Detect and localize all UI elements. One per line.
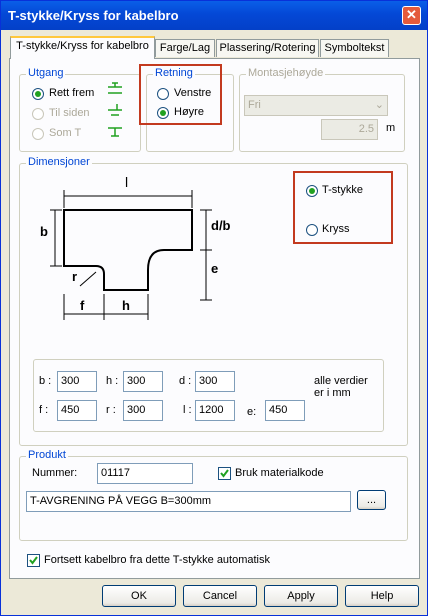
diagram-label-f: f — [80, 298, 85, 313]
radio-til-siden[interactable] — [32, 108, 44, 120]
tab-farge-lag[interactable]: Farge/Lag — [155, 39, 215, 57]
montasje-legend: Montasjehøyde — [246, 67, 326, 79]
product-description-input[interactable]: T-AVGRENING PÅ VEGG B=300mm — [26, 491, 351, 512]
rett-frem-label: Rett frem — [49, 87, 95, 99]
input-f[interactable]: 450 — [57, 400, 97, 421]
diagram-label-h: h — [122, 298, 130, 313]
produkt-group: Produkt Nummer: 01117 Bruk materialkode … — [19, 449, 408, 541]
tab-plassering-rotering[interactable]: Plassering/Rotering — [216, 39, 319, 57]
input-b[interactable]: 300 — [57, 371, 97, 392]
diagram-label-b: b — [40, 224, 48, 239]
montasje-select-value: Fri — [248, 99, 261, 111]
dialog-window: T-stykke/Kryss for kabelbro ✕ T-stykke/K… — [0, 0, 428, 616]
field-label-b: b : — [39, 375, 52, 387]
check-icon — [29, 556, 38, 565]
diagram-label-db: d/b — [211, 218, 231, 233]
dimension-fields-box: b : 300 h : 300 d : 300 f : 450 r : 300 … — [33, 359, 384, 432]
radio-t-stykke[interactable] — [306, 185, 318, 197]
apply-button[interactable]: Apply — [264, 585, 338, 607]
diagram-label-e: e — [211, 261, 219, 276]
close-button[interactable]: ✕ — [402, 6, 421, 25]
field-label-f: f : — [39, 404, 49, 416]
units-note: alle verdier er i mm — [314, 375, 368, 399]
bruk-materialkode-checkbox[interactable] — [218, 467, 231, 480]
rett-frem-icon — [108, 82, 122, 94]
montasje-unit: m — [386, 122, 396, 134]
browse-button[interactable]: ... — [357, 490, 386, 510]
field-label-l: l : — [183, 404, 192, 416]
cancel-button[interactable]: Cancel — [183, 585, 257, 607]
input-h[interactable]: 300 — [123, 371, 163, 392]
produkt-legend: Produkt — [26, 449, 68, 461]
fortsett-checkbox[interactable] — [27, 554, 40, 567]
fortsett-label: Fortsett kabelbro fra dette T-stykke aut… — [44, 554, 271, 566]
input-e[interactable]: 450 — [265, 400, 305, 421]
utgang-group: Utgang Rett frem Til siden Som T — [19, 67, 141, 152]
check-icon — [220, 469, 229, 478]
field-label-d: d : — [179, 375, 192, 387]
radio-kryss[interactable] — [306, 224, 318, 236]
diagram-label-l: l — [125, 174, 129, 190]
dimensjoner-legend: Dimensjoner — [26, 156, 92, 168]
window-title: T-stykke/Kryss for kabelbro — [8, 8, 179, 23]
retning-highlight — [139, 64, 222, 125]
nummer-input[interactable]: 01117 — [97, 463, 193, 484]
tab-t-stykke[interactable]: T-stykke/Kryss for kabelbro — [10, 36, 155, 59]
montasje-group: Montasjehøyde Fri ⌄ 2.5 m — [239, 67, 405, 152]
ok-button[interactable]: OK — [102, 585, 176, 607]
dimensjoner-group: Dimensjoner l b d/b e r f h T-stykke Kry… — [19, 156, 408, 446]
montasje-select[interactable]: Fri ⌄ — [244, 95, 388, 116]
til-siden-label: Til siden — [49, 107, 90, 119]
title-bar[interactable]: T-stykke/Kryss for kabelbro ✕ — [1, 1, 427, 30]
radio-som-t[interactable] — [32, 128, 44, 140]
diagram-label-r: r — [72, 269, 78, 284]
field-label-h: h : — [106, 375, 119, 387]
t-stykke-label: T-stykke — [322, 184, 363, 196]
som-t-icon — [108, 127, 122, 137]
help-button[interactable]: Help — [345, 585, 419, 607]
til-siden-icon — [108, 104, 122, 116]
nummer-label: Nummer: — [32, 467, 78, 479]
field-label-r: r : — [106, 404, 116, 416]
input-l[interactable]: 1200 — [195, 400, 235, 421]
input-d[interactable]: 300 — [195, 371, 235, 392]
tab-symboltekst[interactable]: Symboltekst — [320, 39, 389, 57]
som-t-label: Som T — [49, 127, 82, 139]
field-label-e: e: — [247, 406, 257, 418]
montasje-height-input[interactable]: 2.5 — [321, 119, 378, 140]
bruk-materialkode-label: Bruk materialkode — [235, 467, 324, 479]
kryss-label: Kryss — [322, 223, 350, 235]
radio-rett-frem[interactable] — [32, 88, 44, 100]
chevron-down-icon: ⌄ — [374, 99, 384, 111]
input-r[interactable]: 300 — [123, 400, 163, 421]
utgang-legend: Utgang — [26, 67, 66, 79]
tab-panel: Utgang Rett frem Til siden Som T Retning… — [9, 58, 420, 579]
